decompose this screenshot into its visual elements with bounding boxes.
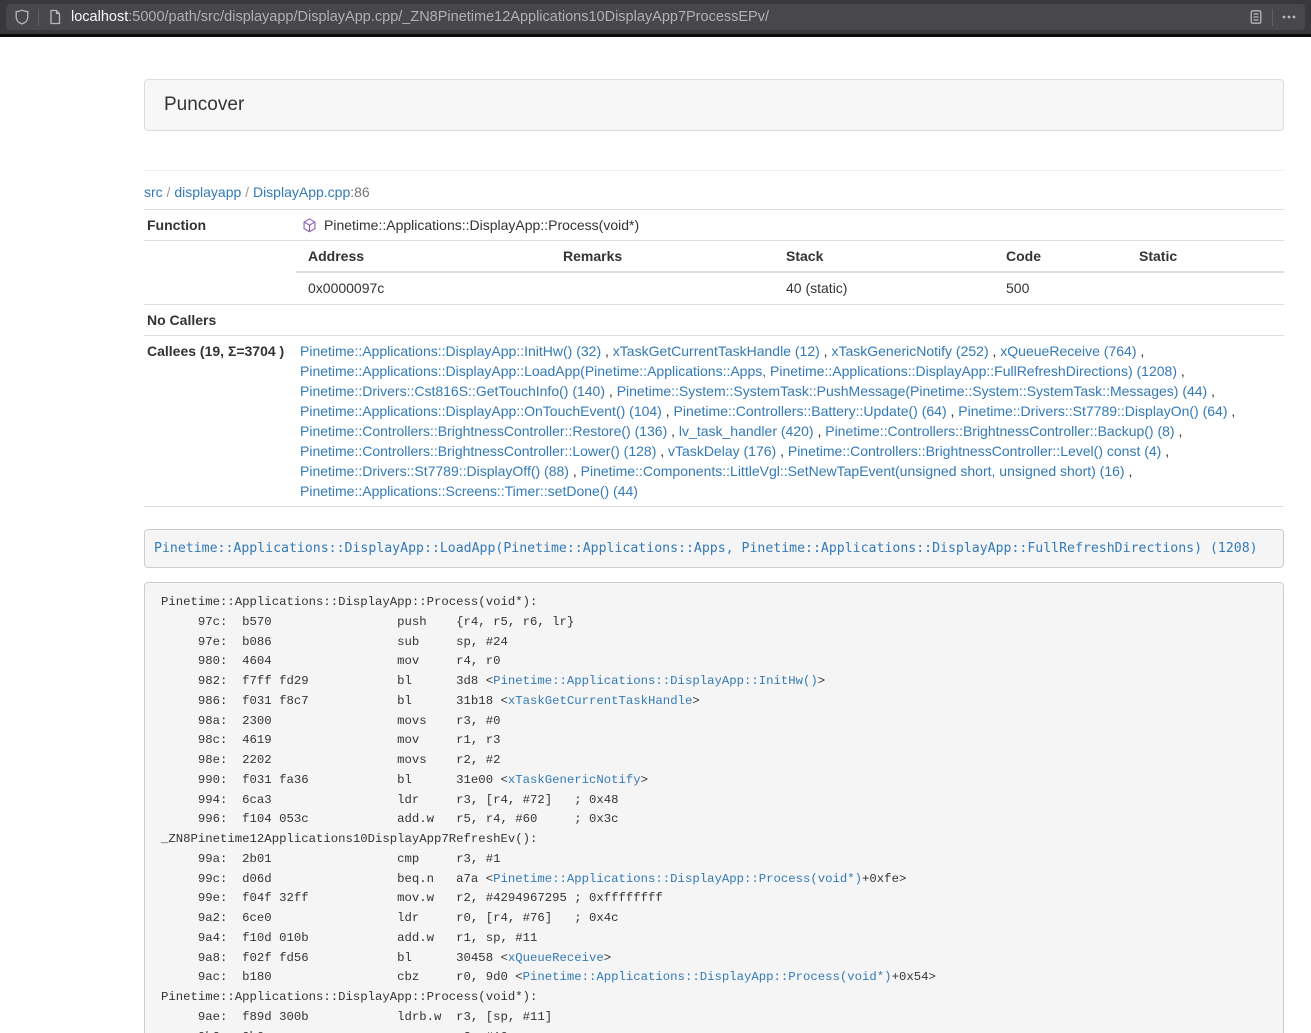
function-label: Function <box>144 210 296 241</box>
empty-label <box>144 241 296 305</box>
column-header-stack: Stack <box>774 241 994 272</box>
column-header-address: Address <box>296 241 551 272</box>
browser-toolbar: localhost:5000/path/src/displayapp/Displ… <box>0 0 1311 34</box>
static-value <box>1127 272 1284 304</box>
callee-link[interactable]: vTaskDelay (176) <box>668 443 776 459</box>
callees-label: Callees (19, Σ=3704 ) <box>144 336 296 507</box>
table-header-row: Address Remarks Stack Code Static <box>296 241 1284 272</box>
toolbar-bottom-border <box>0 34 1311 37</box>
column-header-remarks: Remarks <box>551 241 774 272</box>
callee-link[interactable]: Pinetime::Drivers::St7789::DisplayOff() … <box>300 463 569 479</box>
table-row: No Callers <box>144 305 1284 336</box>
function-table: Function Pinetime::Applications::Display… <box>144 209 1284 507</box>
page-container: Puncover src / displayapp / DisplayApp.c… <box>144 79 1284 1033</box>
breadcrumb-link[interactable]: displayapp <box>174 184 241 200</box>
callee-link[interactable]: Pinetime::Applications::Screens::Timer::… <box>300 483 638 499</box>
function-detail-table: Address Remarks Stack Code Static 0x0000… <box>296 241 1284 304</box>
asm-symbol-link[interactable]: xTaskGetCurrentTaskHandle <box>508 694 692 708</box>
breadcrumb-link[interactable]: src <box>144 184 163 200</box>
callee-link[interactable]: xQueueReceive (764) <box>1000 343 1136 359</box>
breadcrumb: src / displayapp / DisplayApp.cpp:86 <box>144 182 1284 202</box>
disassembly-code: Pinetime::Applications::DisplayApp::Proc… <box>161 595 936 1033</box>
breadcrumb-separator: / <box>163 184 175 200</box>
app-header-panel: Puncover <box>144 79 1284 131</box>
highlighted-symbol-link[interactable]: Pinetime::Applications::DisplayApp::Load… <box>154 541 1258 556</box>
url-path: :5000/path/src/displayapp/DisplayApp.cpp… <box>128 9 769 25</box>
callee-link[interactable]: Pinetime::Controllers::BrightnessControl… <box>300 443 656 459</box>
asm-symbol-link[interactable]: xQueueReceive <box>508 951 604 965</box>
shield-icon[interactable] <box>14 9 30 25</box>
table-row: 0x0000097c 40 (static) 500 <box>296 272 1284 304</box>
table-row: Callees (19, Σ=3704 ) Pinetime::Applicat… <box>144 336 1284 507</box>
disassembly-block: Pinetime::Applications::DisplayApp::Proc… <box>144 582 1284 1033</box>
url-bar[interactable]: localhost:5000/path/src/displayapp/Displ… <box>6 4 1305 30</box>
address-value: 0x0000097c <box>296 272 551 304</box>
reader-mode-icon[interactable] <box>1248 9 1264 25</box>
callee-link[interactable]: Pinetime::Applications::DisplayApp::OnTo… <box>300 403 662 419</box>
divider <box>144 170 1284 171</box>
callee-link[interactable]: Pinetime::Controllers::BrightnessControl… <box>300 423 667 439</box>
callee-link[interactable]: Pinetime::Applications::DisplayApp::Load… <box>300 363 1177 379</box>
column-header-code: Code <box>994 241 1127 272</box>
code-size-value: 500 <box>994 272 1127 304</box>
breadcrumb-link[interactable]: DisplayApp.cpp <box>253 184 350 200</box>
table-row: Address Remarks Stack Code Static 0x0000… <box>144 241 1284 305</box>
callee-link[interactable]: Pinetime::Components::LittleVgl::SetNewT… <box>581 463 1125 479</box>
callee-link[interactable]: xTaskGetCurrentTaskHandle (12) <box>613 343 820 359</box>
table-row: Function Pinetime::Applications::Display… <box>144 210 1284 241</box>
page-icon[interactable] <box>47 9 63 25</box>
callee-link[interactable]: Pinetime::Drivers::St7789::DisplayOn() (… <box>958 403 1227 419</box>
callee-link[interactable]: Pinetime::Applications::DisplayApp::Init… <box>300 343 601 359</box>
url-host: localhost <box>71 9 128 25</box>
page-title: Puncover <box>164 94 244 115</box>
asm-symbol-link[interactable]: Pinetime::Applications::DisplayApp::Init… <box>493 674 818 688</box>
breadcrumb-separator: / <box>241 184 253 200</box>
highlighted-symbol-box: Pinetime::Applications::DisplayApp::Load… <box>144 529 1284 568</box>
function-name: Pinetime::Applications::DisplayApp::Proc… <box>324 215 639 235</box>
callee-link[interactable]: xTaskGenericNotify (252) <box>831 343 988 359</box>
no-callers-label: No Callers <box>144 305 296 336</box>
asm-symbol-link[interactable]: Pinetime::Applications::DisplayApp::Proc… <box>523 970 892 984</box>
column-header-static: Static <box>1127 241 1284 272</box>
callee-link[interactable]: Pinetime::Controllers::BrightnessControl… <box>825 423 1174 439</box>
asm-symbol-link[interactable]: Pinetime::Applications::DisplayApp::Proc… <box>493 872 862 886</box>
urlbar-separator <box>1272 9 1273 26</box>
callee-link[interactable]: lv_task_handler (420) <box>679 423 814 439</box>
callee-link[interactable]: Pinetime::Controllers::Battery::Update()… <box>674 403 947 419</box>
urlbar-separator <box>38 9 39 26</box>
url-text[interactable]: localhost:5000/path/src/displayapp/Displ… <box>71 9 1248 25</box>
callee-link[interactable]: Pinetime::Controllers::BrightnessControl… <box>788 443 1161 459</box>
callees-list: Pinetime::Applications::DisplayApp::Init… <box>296 336 1284 507</box>
callee-link[interactable]: Pinetime::System::SystemTask::PushMessag… <box>617 383 1208 399</box>
breadcrumb-line-number: :86 <box>350 184 369 200</box>
package-icon <box>302 218 317 233</box>
page-actions-icon[interactable] <box>1281 9 1297 25</box>
asm-symbol-link[interactable]: xTaskGenericNotify <box>508 773 641 787</box>
stack-value: 40 (static) <box>774 272 994 304</box>
callee-link[interactable]: Pinetime::Drivers::Cst816S::GetTouchInfo… <box>300 383 605 399</box>
remarks-value <box>551 272 774 304</box>
